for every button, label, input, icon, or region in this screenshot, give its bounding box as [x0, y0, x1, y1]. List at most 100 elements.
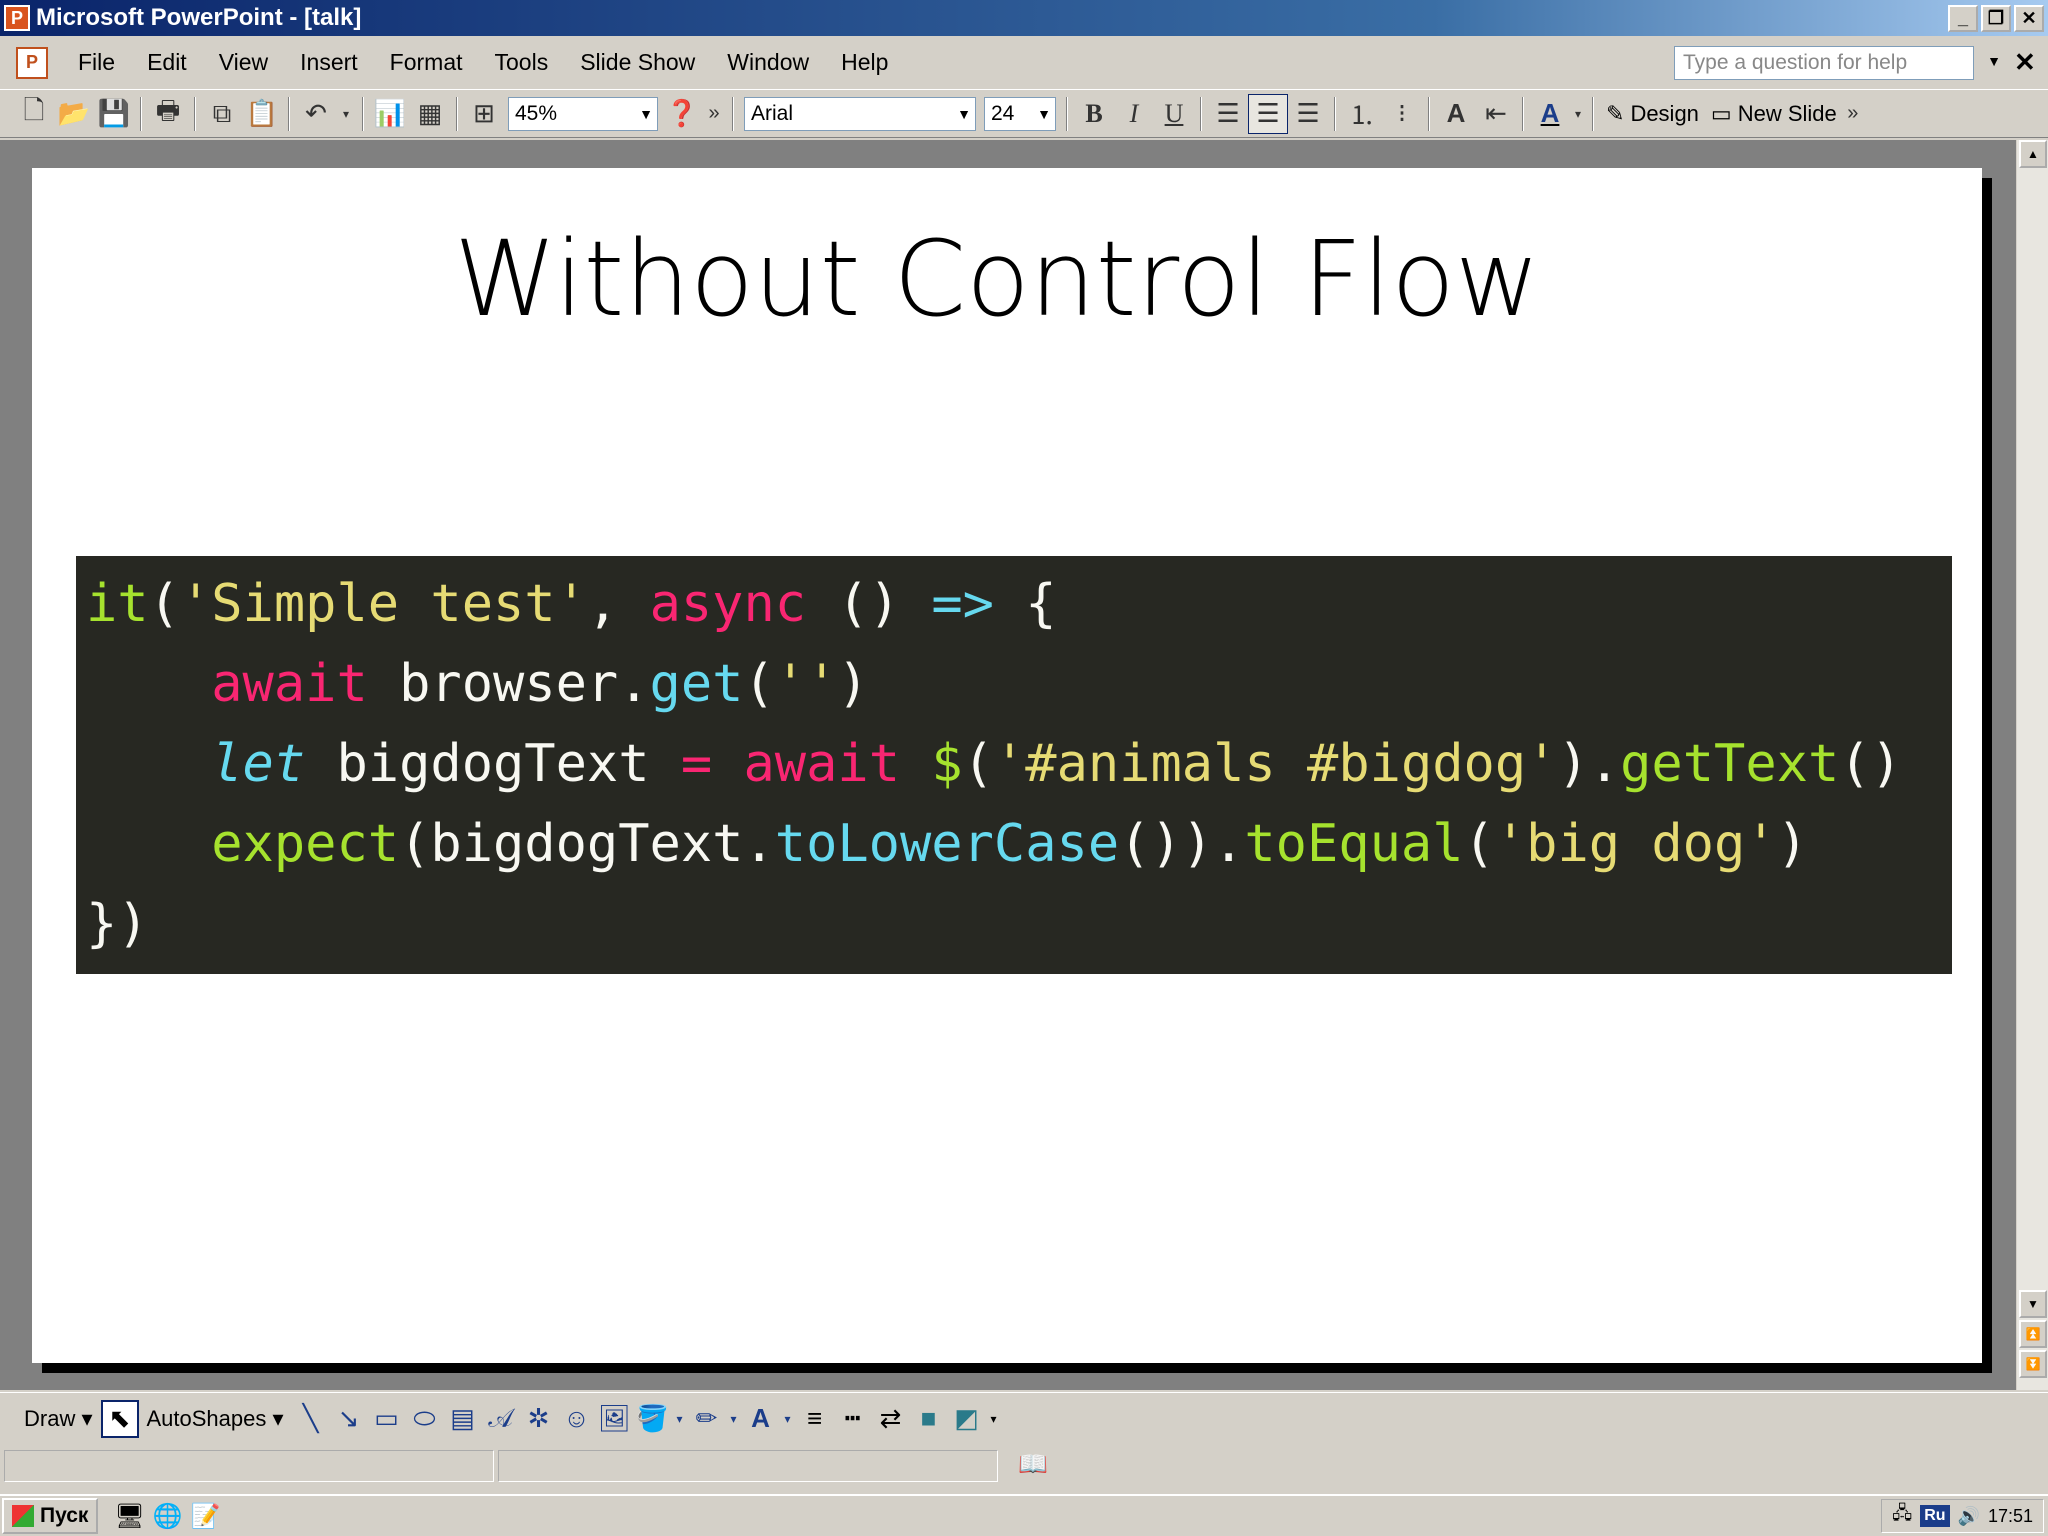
code-image[interactable]: it('Simple test', async () => { await br… [76, 556, 1952, 974]
rectangle-icon[interactable]: ▭ [368, 1400, 406, 1438]
next-slide-icon[interactable]: ⏬ [2019, 1350, 2047, 1378]
select-pointer-icon[interactable]: ⬉ [100, 1399, 139, 1438]
draw-menu-button[interactable]: Draw ▾ [16, 1406, 101, 1432]
font-name-select[interactable]: Arial ▼ [744, 96, 976, 131]
minimize-button[interactable]: _ [1948, 4, 1978, 32]
scroll-down-icon[interactable]: ▼ [2019, 1290, 2047, 1318]
oval-icon[interactable]: ⬭ [406, 1400, 444, 1438]
clock[interactable]: 17:51 [1988, 1506, 2033, 1527]
increase-font-size-icon[interactable]: A [1436, 94, 1476, 134]
line-color-dropdown-icon[interactable]: ▾ [726, 1400, 742, 1438]
insert-picture-icon[interactable]: 🖼 [596, 1400, 634, 1438]
align-right-icon[interactable]: ☰ [1288, 94, 1328, 134]
menu-insert[interactable]: Insert [284, 49, 374, 76]
slide-title[interactable]: Without Control Flow [32, 218, 1962, 340]
fill-color-dropdown-icon[interactable]: ▾ [672, 1400, 688, 1438]
design-button[interactable]: ✎ Design [1600, 94, 1705, 134]
wordart-icon[interactable]: 𝒜 [482, 1400, 520, 1438]
save-icon[interactable]: 💾 [94, 94, 134, 134]
chevron-down-icon[interactable]: ▼ [957, 106, 971, 122]
chevron-down-icon[interactable]: ▼ [1037, 106, 1051, 122]
numbered-list-icon[interactable]: ⒈ [1342, 94, 1382, 134]
restore-button[interactable]: ❐ [1981, 4, 2011, 32]
code-line: let bigdogText = await $('#animals #bigd… [86, 724, 1952, 804]
textbox-icon[interactable]: ▤ [444, 1400, 482, 1438]
toolbar-overflow-icon[interactable]: » [1843, 94, 1863, 134]
italic-button[interactable]: I [1114, 94, 1154, 134]
insert-chart-icon[interactable]: 📊 [370, 94, 410, 134]
network-icon[interactable]: 🖧 [1892, 1501, 1912, 1531]
chevron-down-icon[interactable]: ▼ [639, 106, 653, 122]
insert-table-icon[interactable]: ▦ [410, 94, 450, 134]
menu-slide-show[interactable]: Slide Show [564, 49, 711, 76]
autoshapes-menu-button[interactable]: AutoShapes ▾ [139, 1406, 292, 1432]
copy-icon[interactable]: ⧉ [202, 94, 242, 134]
toolbar-separator [1428, 96, 1430, 131]
zoom-select[interactable]: 45% ▼ [508, 96, 658, 131]
code-token: getText [1620, 734, 1840, 794]
bold-button[interactable]: B [1074, 94, 1114, 134]
menu-tools[interactable]: Tools [479, 49, 565, 76]
line-icon[interactable]: ╲ [292, 1400, 330, 1438]
vertical-scrollbar[interactable]: ▲ ▼ ⏫ ⏬ [2016, 140, 2048, 1390]
menu-help[interactable]: Help [825, 49, 904, 76]
sound-icon[interactable]: 🔊 [1958, 1506, 1980, 1527]
chevron-down-icon[interactable]: ▼ [1987, 53, 2001, 69]
new-slide-button[interactable]: ▭ New Slide [1705, 94, 1843, 134]
document-icon[interactable]: P [16, 46, 48, 79]
align-left-icon[interactable]: ☰ [1208, 94, 1248, 134]
bulleted-list-icon[interactable]: ⁝ [1382, 94, 1422, 134]
align-center-icon[interactable]: ☰ [1248, 93, 1288, 134]
menu-view[interactable]: View [203, 49, 284, 76]
paste-icon[interactable]: 📋 [242, 94, 282, 134]
notepad-icon[interactable]: 📝 [191, 1502, 221, 1531]
menu-file[interactable]: File [62, 49, 131, 76]
font-color-dropdown-icon[interactable]: ▾ [1570, 94, 1586, 134]
previous-slide-icon[interactable]: ⏫ [2019, 1320, 2047, 1348]
powerpoint-app-icon[interactable]: P [4, 5, 30, 31]
font-size-value: 24 [991, 101, 1015, 125]
undo-icon[interactable]: ↶ [296, 94, 336, 134]
close-button[interactable]: ✕ [2014, 4, 2044, 32]
menu-window[interactable]: Window [711, 49, 825, 76]
3d-style-icon[interactable]: ◩ [948, 1400, 986, 1438]
arrow-icon[interactable]: ↘ [330, 1400, 368, 1438]
language-indicator[interactable]: Ru [1920, 1505, 1950, 1527]
clipart-icon[interactable]: ☺ [558, 1400, 596, 1438]
line-color-icon[interactable]: ✏ [688, 1400, 726, 1438]
code-token: '' [774, 654, 838, 714]
shadow-style-icon[interactable]: ■ [910, 1400, 948, 1438]
open-folder-icon[interactable]: 📂 [54, 94, 94, 134]
start-button[interactable]: Пуск [2, 1498, 99, 1534]
underline-button[interactable]: U [1154, 94, 1194, 134]
line-style-icon[interactable]: ≡ [796, 1400, 834, 1438]
grid-icon[interactable]: ⊞ [464, 94, 504, 134]
dash-style-icon[interactable]: ┅ [834, 1400, 872, 1438]
font-color-dropdown-icon[interactable]: ▾ [780, 1400, 796, 1438]
diagram-icon[interactable]: ✲ [520, 1400, 558, 1438]
font-size-select[interactable]: 24 ▼ [984, 96, 1056, 131]
fill-color-icon[interactable]: 🪣 [634, 1400, 672, 1438]
spelling-check-icon[interactable]: 📖 [1018, 1450, 1048, 1479]
arrow-style-icon[interactable]: ⇄ [872, 1400, 910, 1438]
document-close-button[interactable]: ✕ [2014, 47, 2040, 78]
menu-format[interactable]: Format [374, 49, 479, 76]
slide-canvas[interactable]: Without Control Flow it('Simple test', a… [32, 168, 1982, 1363]
print-icon[interactable]: 🖶 [148, 94, 188, 134]
help-question-input[interactable]: Type a question for help ▼ [1674, 45, 2001, 80]
undo-dropdown-icon[interactable]: ▾ [336, 94, 356, 134]
decrease-indent-icon[interactable]: ⇤ [1476, 94, 1516, 134]
font-color-icon[interactable]: A [1530, 94, 1570, 134]
font-color-icon[interactable]: A [742, 1400, 780, 1438]
menu-edit[interactable]: Edit [131, 49, 203, 76]
new-document-icon[interactable]: 🗋 [14, 94, 54, 134]
start-label: Пуск [40, 1504, 89, 1527]
toolbar-options-icon[interactable]: » [702, 94, 726, 134]
internet-explorer-icon[interactable]: 🌐 [153, 1502, 183, 1531]
toolbar-options-icon[interactable]: ▾ [986, 1400, 1002, 1438]
help-icon[interactable]: ❓ [662, 94, 702, 134]
scroll-up-icon[interactable]: ▲ [2019, 140, 2047, 168]
show-desktop-icon[interactable]: 🖥 [114, 1502, 144, 1531]
